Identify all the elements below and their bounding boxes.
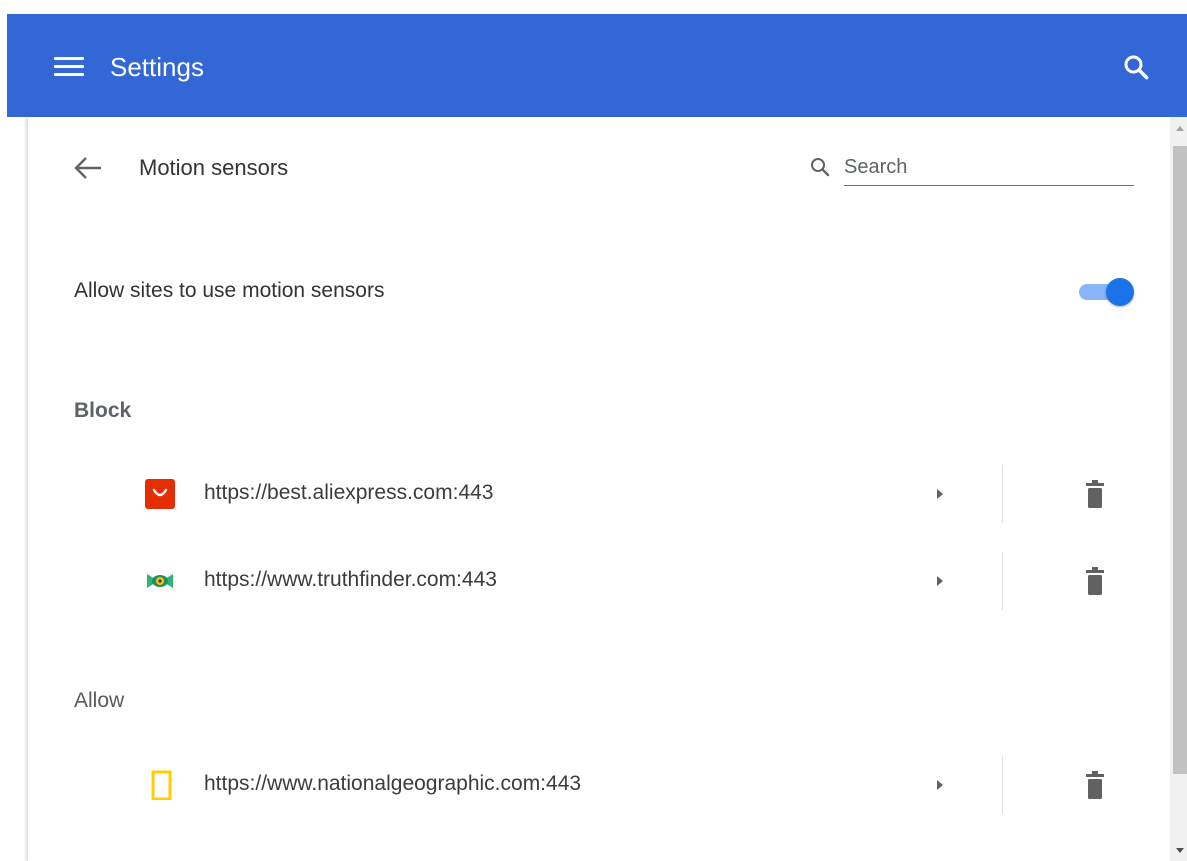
- site-url[interactable]: https://best.aliexpress.com:443: [204, 480, 493, 506]
- toolbar-title: Settings: [110, 52, 204, 82]
- aliexpress-favicon: [145, 479, 175, 509]
- search-field-icon: [808, 155, 832, 179]
- search-icon[interactable]: [1121, 52, 1151, 82]
- scroll-up-arrow-icon[interactable]: [1176, 126, 1184, 131]
- settings-toolbar: Settings: [7, 14, 1187, 117]
- chevron-right-icon[interactable]: [932, 774, 948, 798]
- scrollbar-thumb[interactable]: [1173, 146, 1187, 774]
- back-arrow-icon[interactable]: [72, 154, 104, 182]
- trash-icon[interactable]: [1080, 479, 1110, 511]
- row-divider: [1002, 465, 1003, 523]
- window-border-left: [0, 0, 7, 861]
- site-url[interactable]: https://www.truthfinder.com:443: [204, 567, 497, 593]
- row-divider: [1002, 552, 1003, 610]
- window-border-top: [0, 0, 1187, 14]
- scroll-down-arrow-icon[interactable]: [1176, 848, 1184, 853]
- site-url[interactable]: https://www.nationalgeographic.com:443: [204, 771, 581, 797]
- site-search: [808, 150, 1138, 190]
- truthfinder-favicon: [145, 566, 175, 596]
- site-row-truthfinder[interactable]: https://www.truthfinder.com:443: [140, 552, 1140, 612]
- hamburger-menu-icon[interactable]: [54, 55, 84, 79]
- search-input[interactable]: [844, 150, 1134, 186]
- allow-section-heading: Allow: [74, 689, 125, 712]
- toggle-knob: [1106, 278, 1134, 306]
- row-divider: [1002, 756, 1003, 814]
- nationalgeographic-favicon: [145, 770, 175, 801]
- site-row-aliexpress[interactable]: https://best.aliexpress.com:443: [140, 465, 1140, 525]
- chevron-right-icon[interactable]: [932, 570, 948, 594]
- block-section-heading: Block: [74, 399, 132, 422]
- page-title: Motion sensors: [139, 155, 289, 180]
- trash-icon[interactable]: [1080, 770, 1110, 802]
- chevron-right-icon[interactable]: [932, 483, 948, 507]
- trash-icon[interactable]: [1080, 566, 1110, 598]
- site-row-nationalgeographic[interactable]: https://www.nationalgeographic.com:443: [140, 756, 1140, 816]
- allow-motion-sensors-toggle[interactable]: [1077, 277, 1137, 307]
- allow-motion-sensors-label: Allow sites to use motion sensors: [74, 279, 385, 302]
